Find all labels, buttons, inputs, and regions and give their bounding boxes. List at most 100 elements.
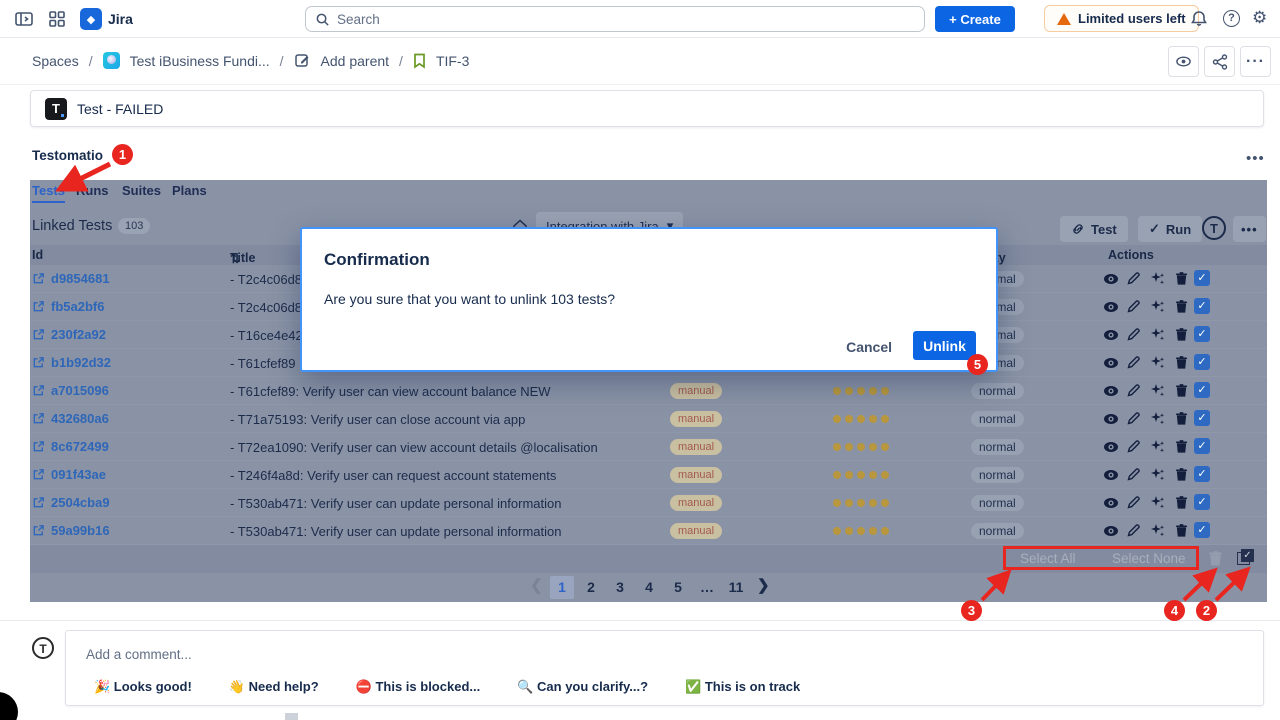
pagination-page-3[interactable]: 3	[608, 576, 632, 599]
test-id-link[interactable]: b1b92d32	[32, 355, 111, 370]
limited-users-warning[interactable]: Limited users left	[1044, 5, 1199, 32]
pagination-page-…[interactable]: …	[695, 576, 719, 599]
view-test-icon[interactable]	[1103, 327, 1119, 343]
edit-test-icon[interactable]	[1126, 355, 1142, 371]
app-name[interactable]: Jira	[108, 11, 133, 27]
share-button[interactable]	[1204, 46, 1235, 77]
ai-sparkles-icon[interactable]	[1150, 495, 1166, 511]
more-actions-button[interactable]: ···	[1240, 46, 1271, 77]
ai-sparkles-icon[interactable]	[1150, 439, 1166, 455]
delete-test-icon[interactable]	[1174, 495, 1190, 511]
column-id[interactable]: Id	[32, 248, 43, 262]
ai-sparkles-icon[interactable]	[1150, 467, 1166, 483]
breadcrumb-issue-key[interactable]: TIF-3	[436, 53, 469, 69]
notifications-icon[interactable]	[1190, 10, 1210, 30]
tab-tests[interactable]: Tests	[32, 183, 65, 203]
breadcrumb-space-name[interactable]: Test iBusiness Fundi...	[130, 53, 270, 69]
ai-sparkles-icon[interactable]	[1150, 299, 1166, 315]
quick-reply-chip[interactable]: ✅ This is on track	[685, 679, 800, 695]
view-test-icon[interactable]	[1103, 355, 1119, 371]
ai-sparkles-icon[interactable]	[1150, 411, 1166, 427]
widget-menu-icon[interactable]: •••	[1246, 150, 1265, 167]
pagination-page-5[interactable]: 5	[666, 576, 690, 599]
pagination-page-4[interactable]: 4	[637, 576, 661, 599]
row-checkbox[interactable]: ✓	[1194, 438, 1210, 454]
run-button[interactable]: ✓ Run	[1138, 216, 1202, 242]
ai-sparkles-icon[interactable]	[1150, 355, 1166, 371]
row-checkbox[interactable]: ✓	[1194, 466, 1210, 482]
create-button[interactable]: + Create	[935, 6, 1015, 32]
test-failed-banner[interactable]: T Test - FAILED	[30, 90, 1264, 127]
pagination-prev[interactable]: ❮	[530, 576, 543, 594]
view-test-icon[interactable]	[1103, 271, 1119, 287]
row-checkbox[interactable]: ✓	[1194, 382, 1210, 398]
test-id-link[interactable]: 2504cba9	[32, 495, 110, 510]
delete-test-icon[interactable]	[1174, 467, 1190, 483]
breadcrumb-add-parent[interactable]: Add parent	[321, 53, 390, 69]
ai-sparkles-icon[interactable]	[1150, 327, 1166, 343]
edit-test-icon[interactable]	[1126, 271, 1142, 287]
sidebar-toggle-icon[interactable]	[14, 9, 34, 29]
jira-logo-icon[interactable]: ◆	[80, 8, 102, 30]
search-input[interactable]: Search	[305, 6, 925, 32]
test-id-link[interactable]: fb5a2bf6	[32, 299, 104, 314]
test-id-link[interactable]: 8c672499	[32, 439, 109, 454]
view-test-icon[interactable]	[1103, 495, 1119, 511]
cancel-button[interactable]: Cancel	[846, 339, 892, 355]
bulk-delete-icon[interactable]	[1207, 550, 1224, 567]
ai-sparkles-icon[interactable]	[1150, 271, 1166, 287]
tab-runs[interactable]: Runs	[76, 183, 109, 198]
row-checkbox[interactable]: ✓	[1194, 410, 1210, 426]
view-test-icon[interactable]	[1103, 439, 1119, 455]
delete-test-icon[interactable]	[1174, 355, 1190, 371]
edit-test-icon[interactable]	[1126, 383, 1142, 399]
test-id-link[interactable]: d9854681	[32, 271, 110, 286]
pagination-page-1[interactable]: 1	[550, 576, 574, 599]
breadcrumb-spaces[interactable]: Spaces	[32, 53, 79, 69]
tab-suites[interactable]: Suites	[122, 183, 161, 198]
test-id-link[interactable]: 091f43ae	[32, 467, 106, 482]
unlink-button[interactable]: Unlink	[913, 331, 976, 360]
quick-reply-chip[interactable]: 🎉 Looks good!	[94, 679, 192, 695]
test-id-link[interactable]: 432680a6	[32, 411, 109, 426]
delete-test-icon[interactable]	[1174, 327, 1190, 343]
delete-test-icon[interactable]	[1174, 299, 1190, 315]
row-checkbox[interactable]: ✓	[1194, 298, 1210, 314]
test-id-link[interactable]: a7015096	[32, 383, 109, 398]
quick-reply-chip[interactable]: 👋 Need help?	[229, 679, 319, 695]
delete-test-icon[interactable]	[1174, 523, 1190, 539]
delete-test-icon[interactable]	[1174, 383, 1190, 399]
test-button[interactable]: Test	[1060, 216, 1128, 242]
view-test-icon[interactable]	[1103, 411, 1119, 427]
ai-sparkles-icon[interactable]	[1150, 523, 1166, 539]
edit-test-icon[interactable]	[1126, 467, 1142, 483]
quick-reply-chip[interactable]: ⛔ This is blocked...	[356, 679, 481, 695]
row-checkbox[interactable]: ✓	[1194, 494, 1210, 510]
app-switcher-icon[interactable]	[47, 9, 67, 29]
watch-button[interactable]	[1168, 46, 1199, 77]
row-checkbox[interactable]: ✓	[1194, 270, 1210, 286]
delete-test-icon[interactable]	[1174, 439, 1190, 455]
settings-icon[interactable]: ⚙	[1252, 8, 1267, 28]
edit-test-icon[interactable]	[1126, 327, 1142, 343]
pagination-page-2[interactable]: 2	[579, 576, 603, 599]
help-icon[interactable]: ?	[1223, 10, 1240, 27]
tab-plans[interactable]: Plans	[172, 183, 207, 198]
bulk-select-icon[interactable]: ✓	[1237, 549, 1254, 566]
delete-test-icon[interactable]	[1174, 271, 1190, 287]
quick-reply-chip[interactable]: 🔍 Can you clarify...?	[517, 679, 648, 695]
row-checkbox[interactable]: ✓	[1194, 522, 1210, 538]
pagination-next[interactable]: ❯	[757, 576, 770, 594]
view-test-icon[interactable]	[1103, 467, 1119, 483]
row-checkbox[interactable]: ✓	[1194, 326, 1210, 342]
pagination-page-11[interactable]: 11	[724, 576, 748, 599]
edit-test-icon[interactable]	[1126, 299, 1142, 315]
test-id-link[interactable]: 59a99b16	[32, 523, 110, 538]
row-checkbox[interactable]: ✓	[1194, 354, 1210, 370]
test-id-link[interactable]: 230f2a92	[32, 327, 106, 342]
delete-test-icon[interactable]	[1174, 411, 1190, 427]
edit-test-icon[interactable]	[1126, 411, 1142, 427]
ai-sparkles-icon[interactable]	[1150, 383, 1166, 399]
table-more-button[interactable]: •••	[1233, 216, 1266, 242]
edit-test-icon[interactable]	[1126, 439, 1142, 455]
